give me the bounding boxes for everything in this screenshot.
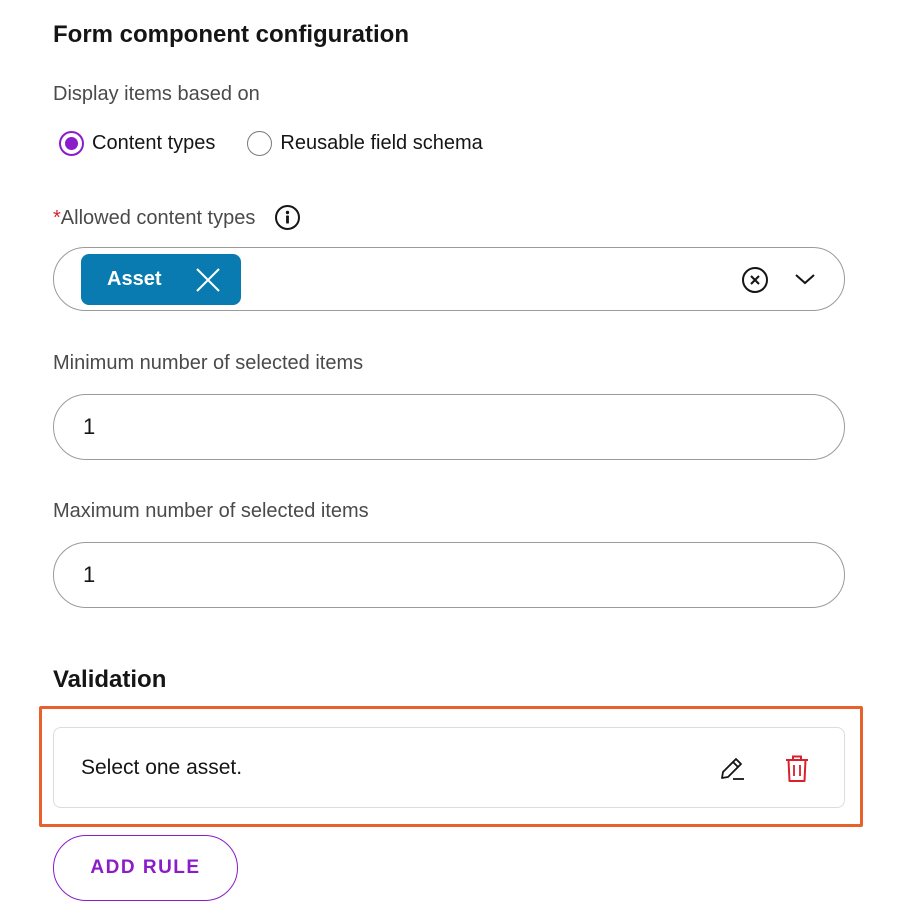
radio-reusable-field-schema[interactable]: Reusable field schema xyxy=(247,131,483,156)
trash-icon[interactable] xyxy=(785,755,809,783)
max-items-input[interactable] xyxy=(53,542,845,608)
display-items-label: Display items based on xyxy=(53,83,260,105)
validation-title: Validation xyxy=(53,666,167,693)
radio-label: Content types xyxy=(92,132,216,154)
validation-rule-text: Select one asset. xyxy=(81,756,243,779)
radio-label: Reusable field schema xyxy=(280,132,483,154)
required-marker: * xyxy=(53,207,61,229)
allowed-content-types-label: *Allowed content types xyxy=(53,205,300,230)
min-items-label: Minimum number of selected items xyxy=(53,352,364,374)
edit-icon[interactable] xyxy=(718,755,746,783)
info-icon[interactable] xyxy=(274,205,300,230)
radio-checked-icon xyxy=(59,131,84,156)
allowed-content-types-text: Allowed content types xyxy=(60,207,256,229)
add-rule-button[interactable]: ADD RULE xyxy=(53,835,238,901)
validation-rule-card: Select one asset. xyxy=(53,727,845,808)
min-items-input[interactable] xyxy=(53,394,845,460)
clear-selection-icon[interactable] xyxy=(741,266,769,294)
form-config-title: Form component configuration xyxy=(53,21,409,48)
form-config-panel: Form component configuration Display ite… xyxy=(0,0,915,921)
tag-label: Asset xyxy=(107,268,162,290)
content-type-tag: Asset xyxy=(81,254,241,305)
tag-remove-icon[interactable] xyxy=(195,267,221,293)
chevron-down-icon[interactable] xyxy=(794,272,816,286)
display-items-radio-group: Content types Reusable field schema xyxy=(59,131,515,156)
allowed-content-types-select[interactable]: Asset xyxy=(53,247,845,311)
radio-unchecked-icon xyxy=(247,131,273,156)
max-items-label: Maximum number of selected items xyxy=(53,500,369,522)
radio-content-types[interactable]: Content types xyxy=(59,131,215,156)
